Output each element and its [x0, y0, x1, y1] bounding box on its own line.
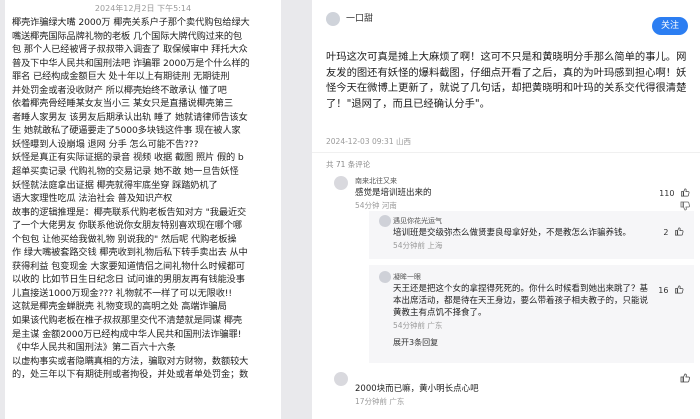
- avatar[interactable]: [379, 271, 391, 283]
- comment-author[interactable]: [355, 371, 690, 383]
- screenshot-line: 罪名 已经构成金额巨大 处十年以上有期徒刑 无期徒刑: [12, 71, 230, 83]
- reply-author[interactable]: 遇见你花光运气: [393, 215, 648, 227]
- screenshot-line: 语大家理性吃瓜 法治社会 普及知识产权: [12, 193, 173, 205]
- screenshot-line: 作 绿大嘴被套路交钱 椰壳收到礼物后私下转手卖出去 从中: [12, 247, 248, 259]
- screenshot-line: 故事的逻辑推理是：椰壳联系代购老板告知对方 "我最近交: [12, 206, 247, 218]
- screenshot-line: 妖怪曝到人设崩塌 退网 分手 怎么可能不告???: [12, 138, 199, 150]
- comment-item: 凝眸一眼 天王还是把这个女的拿捏得死死的。你什么时候看到她出来跳了？基本出席活动…: [369, 265, 694, 333]
- screenshot-line: 妖怪是真正有实际证据的录音 视频 收据 截图 照片 假的 b: [12, 152, 244, 164]
- comment-item: 2000块而已嘛，黄小明长点心吧 17分钟前 广东: [312, 371, 700, 411]
- left-screenshot: 2024年12月2日 下午5:14 椰壳诈骗绿大嘴 2000万 椰壳关系户子那个…: [5, 0, 281, 419]
- reply-item: 遇见你花光运气 培训班是交级弥杰么做贤妻良母拿好处，不是教怎么诈骗养钱。 54分…: [369, 211, 694, 253]
- avatar[interactable]: [334, 372, 348, 386]
- screenshot-line: 妖怪就法庭拿出证据 椰壳就得牢底坐穿 踩踏奶机了: [12, 179, 218, 191]
- like-count: 2: [663, 228, 669, 237]
- like-button[interactable]: 110: [659, 188, 690, 198]
- screenshot-line: 依着椰壳骨经睡某女友当小三 某女只是直播说椰壳第三: [12, 98, 233, 110]
- follow-button[interactable]: 关注: [652, 17, 688, 35]
- screenshot-line: 包 那个人已经被肾子叔叔带入调查了 取保候审中 拜托大众: [12, 44, 248, 56]
- avatar[interactable]: [334, 176, 348, 190]
- screenshot-line: 获得利益 包变现金 大家要知道情侣之间礼物什么时候都可: [12, 260, 245, 272]
- like-button[interactable]: 16: [658, 285, 684, 295]
- comment-text: 感觉是培训班出来的: [355, 188, 432, 198]
- screenshot-line: 的，处三年以下有期徒刑或者拘役，并处或者单处罚金；数: [12, 369, 249, 381]
- comment-meta: 17分钟前 广东: [355, 397, 405, 406]
- screenshot-line: 普及下中华人民共和国刑法吧 诈骗罪 2000万是个什么样的: [12, 57, 250, 69]
- avatar[interactable]: [379, 215, 391, 227]
- like-button[interactable]: 2: [663, 227, 684, 237]
- screenshot-line: 了一个大佬男友 你联系他说你女朋友特别喜欢现在哪个哪: [12, 220, 243, 232]
- comment-meta: 54分钟前 广东: [393, 321, 443, 330]
- comment-time-location: 54分钟 河南: [355, 201, 397, 210]
- post-meta: 2024-12-03 09:31 山西: [326, 137, 411, 146]
- comment-item: 南来北往又来 感觉是培训班出来的 54分钟 河南 110: [312, 175, 700, 211]
- reply-box: 凝眸一眼 天王还是把这个女的拿捏得死死的。你什么时候看到她出来跳了？基本出席活动…: [369, 265, 694, 363]
- avatar[interactable]: [326, 12, 340, 26]
- reply-text: 培训班是交级弥杰么做贤妻良母拿好处，不是教怎么诈骗养钱。: [393, 228, 632, 238]
- post-header: 一口甜 关注: [312, 0, 700, 44]
- like-count: 110: [659, 189, 675, 198]
- screenshot-line: 以收的 比如节日生日纪念日 试问谁的男朋友再有钱能没事: [12, 274, 245, 286]
- comment-author[interactable]: 凝眸一眼: [393, 271, 648, 283]
- screenshot-line: 者睡人家男友 该男友后期承认出轨 睡了 她就请律师告该女: [12, 111, 248, 123]
- thumbs-up-icon[interactable]: [680, 373, 690, 383]
- reply-meta: 54分钟前 上海: [393, 241, 443, 250]
- screenshot-line: 这就是椰壳金蝉脱壳 礼物变现的高明之处 高端诈骗局: [12, 301, 227, 313]
- screenshot-line: 《中华人民共和国刑法》第二百六十六条: [12, 342, 176, 354]
- comment-author[interactable]: 南来北往又来: [355, 175, 690, 187]
- like-count: 16: [658, 286, 669, 295]
- thumbs-up-icon: [681, 188, 690, 197]
- thumbs-up-icon: [675, 227, 684, 236]
- screenshot-line: 生 她就敢私了硬逼要走了5000多块钱这件事 现在被人家: [12, 125, 241, 137]
- screenshot-line: 椰壳诈骗绿大嘴 2000万 椰壳关系户子那个卖代购包给绿大: [12, 17, 250, 28]
- reply-box: 遇见你花光运气 培训班是交级弥杰么做贤妻良母拿好处，不是教怎么诈骗养钱。 54分…: [369, 211, 694, 259]
- expand-replies-link[interactable]: 展开3条回复: [369, 333, 694, 354]
- comment-count: 共 71 条评论: [326, 160, 371, 169]
- thumbs-down-icon[interactable]: [680, 201, 690, 211]
- screenshot-line: 个包包 让他买给我做礼物 别说我的" 然后呢 代购老板操: [12, 233, 237, 245]
- comment-text: 天王还是把这个女的拿捏得死死的。你什么时候看到她出来跳了？基本出席活动，都是待在…: [393, 284, 649, 318]
- author-name[interactable]: 一口甜: [346, 11, 373, 24]
- thumbs-up-icon: [675, 285, 684, 294]
- screenshot-line: 以虚构事实或者隐瞒真相的方法，骗取对方财物，数额较大: [12, 355, 249, 367]
- screenshot-line: 如果该代购老板在椎子叔叔那里交代不清楚就是同谋 椰壳: [12, 315, 243, 327]
- screenshot-line: 嘴送椰壳国际品牌礼物的老板 几个国际大牌代购过来的包: [12, 30, 243, 42]
- screenshot-line: 儿直接送1000万现金??? 礼物就不一样了可以无限收!!: [12, 287, 232, 299]
- post-panel: 一口甜 关注 叶玛这次可真是摊上大麻烦了啊！这可不只是和黄晓明分手那么简单的事儿…: [312, 0, 700, 419]
- screenshot-text: 椰壳诈骗绿大嘴 2000万 椰壳关系户子那个卖代购包给绿大 嘴送椰壳国际品牌礼物的…: [5, 14, 281, 382]
- screenshot-date: 2024年12月2日 下午5:14: [94, 4, 192, 13]
- screenshot-line: 超单买卖记录 代购礼物的交易记录 她不敢 她一旦告妖怪: [12, 166, 239, 178]
- comment-text: 2000块而已嘛，黄小明长点心吧: [355, 384, 479, 394]
- screenshot-line: 并处罚金或者没收财产 所以椰壳始终不敢承认 懂了吧: [12, 84, 227, 96]
- screenshot-line: 是主谋 金额2000万已经构成中华人民共和国刑法诈骗罪!: [12, 328, 242, 340]
- post-body: 叶玛这次可真是摊上大麻烦了啊！这可不只是和黄晓明分手那么简单的事儿。网友发的图还…: [326, 51, 687, 110]
